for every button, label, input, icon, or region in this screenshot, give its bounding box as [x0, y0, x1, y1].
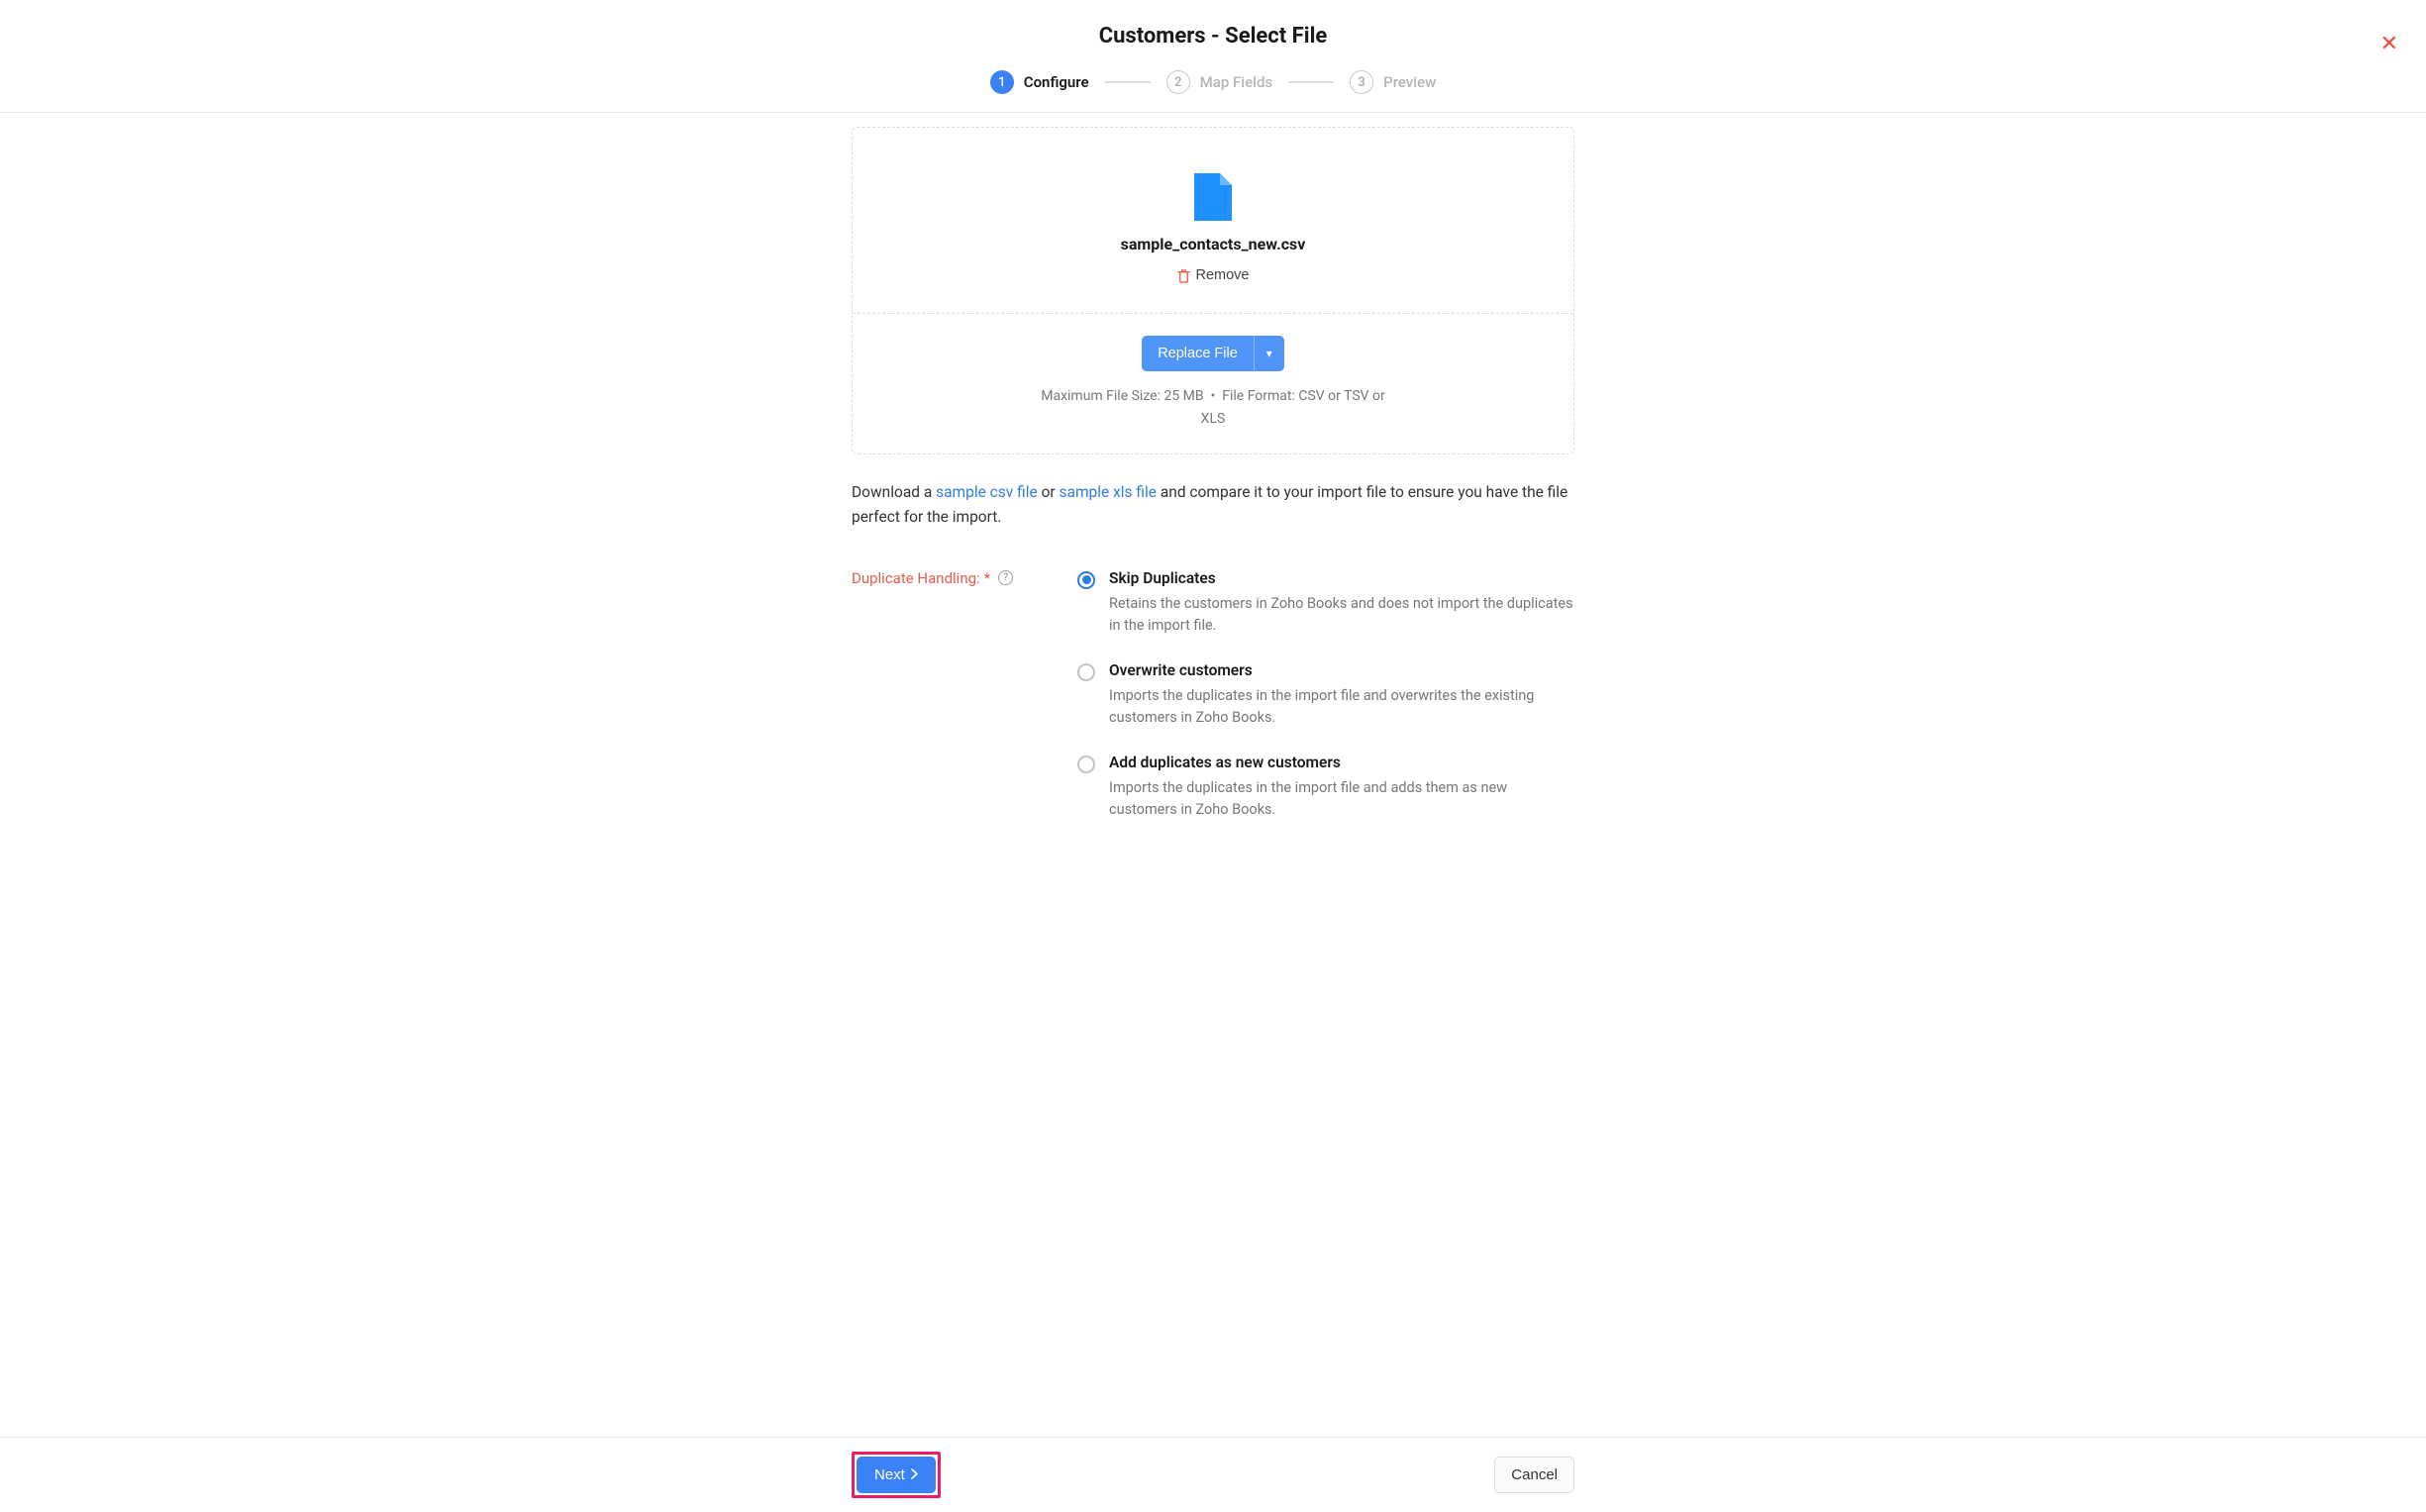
- remove-label: Remove: [1196, 267, 1250, 283]
- duplicate-handling-label: Duplicate Handling:* ?: [852, 569, 1050, 846]
- option-body: Overwrite customers Imports the duplicat…: [1109, 661, 1574, 730]
- hint-bullet: •: [1211, 388, 1216, 404]
- step-circle: 1: [990, 70, 1014, 94]
- step-label: Preview: [1383, 73, 1436, 91]
- chevron-down-icon: ▾: [1266, 347, 1272, 360]
- sample-or: or: [1038, 483, 1060, 501]
- step-label: Configure: [1024, 73, 1089, 91]
- step-divider: [1105, 81, 1151, 83]
- help-icon[interactable]: ?: [998, 570, 1013, 585]
- file-dropzone: sample_contacts_new.csv Remove Replace F…: [852, 127, 1574, 454]
- option-desc: Retains the customers in Zoho Books and …: [1109, 593, 1574, 638]
- next-button[interactable]: Next: [857, 1457, 936, 1493]
- chevron-right-icon: [911, 1466, 918, 1483]
- remove-file-button[interactable]: Remove: [1177, 267, 1250, 283]
- option-skip-duplicates[interactable]: Skip Duplicates Retains the customers in…: [1077, 569, 1574, 638]
- step-preview: 3 Preview: [1350, 70, 1436, 94]
- hint-size: Maximum File Size: 25 MB: [1041, 388, 1203, 404]
- content-area: sample_contacts_new.csv Remove Replace F…: [852, 113, 1574, 945]
- duplicate-handling-section: Duplicate Handling:* ? Skip Duplicates R…: [852, 569, 1574, 846]
- step-label: Map Fields: [1200, 73, 1272, 91]
- option-title: Skip Duplicates: [1109, 569, 1574, 587]
- close-icon: ✕: [2380, 31, 2398, 55]
- replace-row: Replace File ▾ Maximum File Size: 25 MB …: [853, 313, 1573, 454]
- file-hint: Maximum File Size: 25 MB • File Format: …: [1035, 385, 1391, 433]
- step-configure[interactable]: 1 Configure: [990, 70, 1089, 94]
- modal-footer: Next Cancel: [0, 1437, 2426, 1512]
- next-highlight-frame: Next: [852, 1452, 941, 1498]
- option-title: Add duplicates as new customers: [1109, 754, 1574, 771]
- sample-file-text: Download a sample csv file or sample xls…: [852, 480, 1574, 530]
- option-add-duplicates[interactable]: Add duplicates as new customers Imports …: [1077, 754, 1574, 822]
- option-desc: Imports the duplicates in the import fil…: [1109, 685, 1574, 730]
- replace-file-button[interactable]: Replace File: [1142, 336, 1254, 371]
- step-map-fields: 2 Map Fields: [1166, 70, 1272, 94]
- radio-overwrite-customers[interactable]: [1077, 663, 1095, 681]
- radio-skip-duplicates[interactable]: [1077, 571, 1095, 589]
- required-asterisk: *: [984, 569, 990, 587]
- cancel-button[interactable]: Cancel: [1494, 1457, 1574, 1493]
- sample-csv-link[interactable]: sample csv file: [936, 483, 1038, 501]
- modal-header: Customers - Select File ✕ 1 Configure 2 …: [0, 0, 2426, 113]
- uploaded-filename: sample_contacts_new.csv: [872, 235, 1554, 253]
- trash-icon: [1177, 268, 1190, 283]
- option-overwrite-customers[interactable]: Overwrite customers Imports the duplicat…: [1077, 661, 1574, 730]
- close-button[interactable]: ✕: [2380, 33, 2398, 54]
- stepper: 1 Configure 2 Map Fields 3 Preview: [30, 70, 2396, 94]
- option-title: Overwrite customers: [1109, 661, 1574, 679]
- option-body: Skip Duplicates Retains the customers in…: [1109, 569, 1574, 638]
- file-icon: [1194, 173, 1232, 221]
- dup-options: Skip Duplicates Retains the customers in…: [1077, 569, 1574, 846]
- replace-button-group: Replace File ▾: [1142, 336, 1284, 371]
- radio-add-duplicates[interactable]: [1077, 756, 1095, 773]
- hint-format: File Format: CSV or TSV or XLS: [1201, 388, 1385, 428]
- step-divider: [1288, 81, 1334, 83]
- uploaded-file-area: sample_contacts_new.csv Remove: [853, 128, 1573, 313]
- next-label: Next: [874, 1466, 905, 1483]
- page-title: Customers - Select File: [30, 24, 2396, 49]
- sample-xls-link[interactable]: sample xls file: [1060, 483, 1157, 501]
- step-circle: 3: [1350, 70, 1373, 94]
- step-circle: 2: [1166, 70, 1190, 94]
- option-desc: Imports the duplicates in the import fil…: [1109, 777, 1574, 822]
- option-body: Add duplicates as new customers Imports …: [1109, 754, 1574, 822]
- sample-prefix: Download a: [852, 483, 936, 501]
- dup-label-text: Duplicate Handling:: [852, 569, 980, 587]
- replace-file-dropdown[interactable]: ▾: [1254, 336, 1284, 371]
